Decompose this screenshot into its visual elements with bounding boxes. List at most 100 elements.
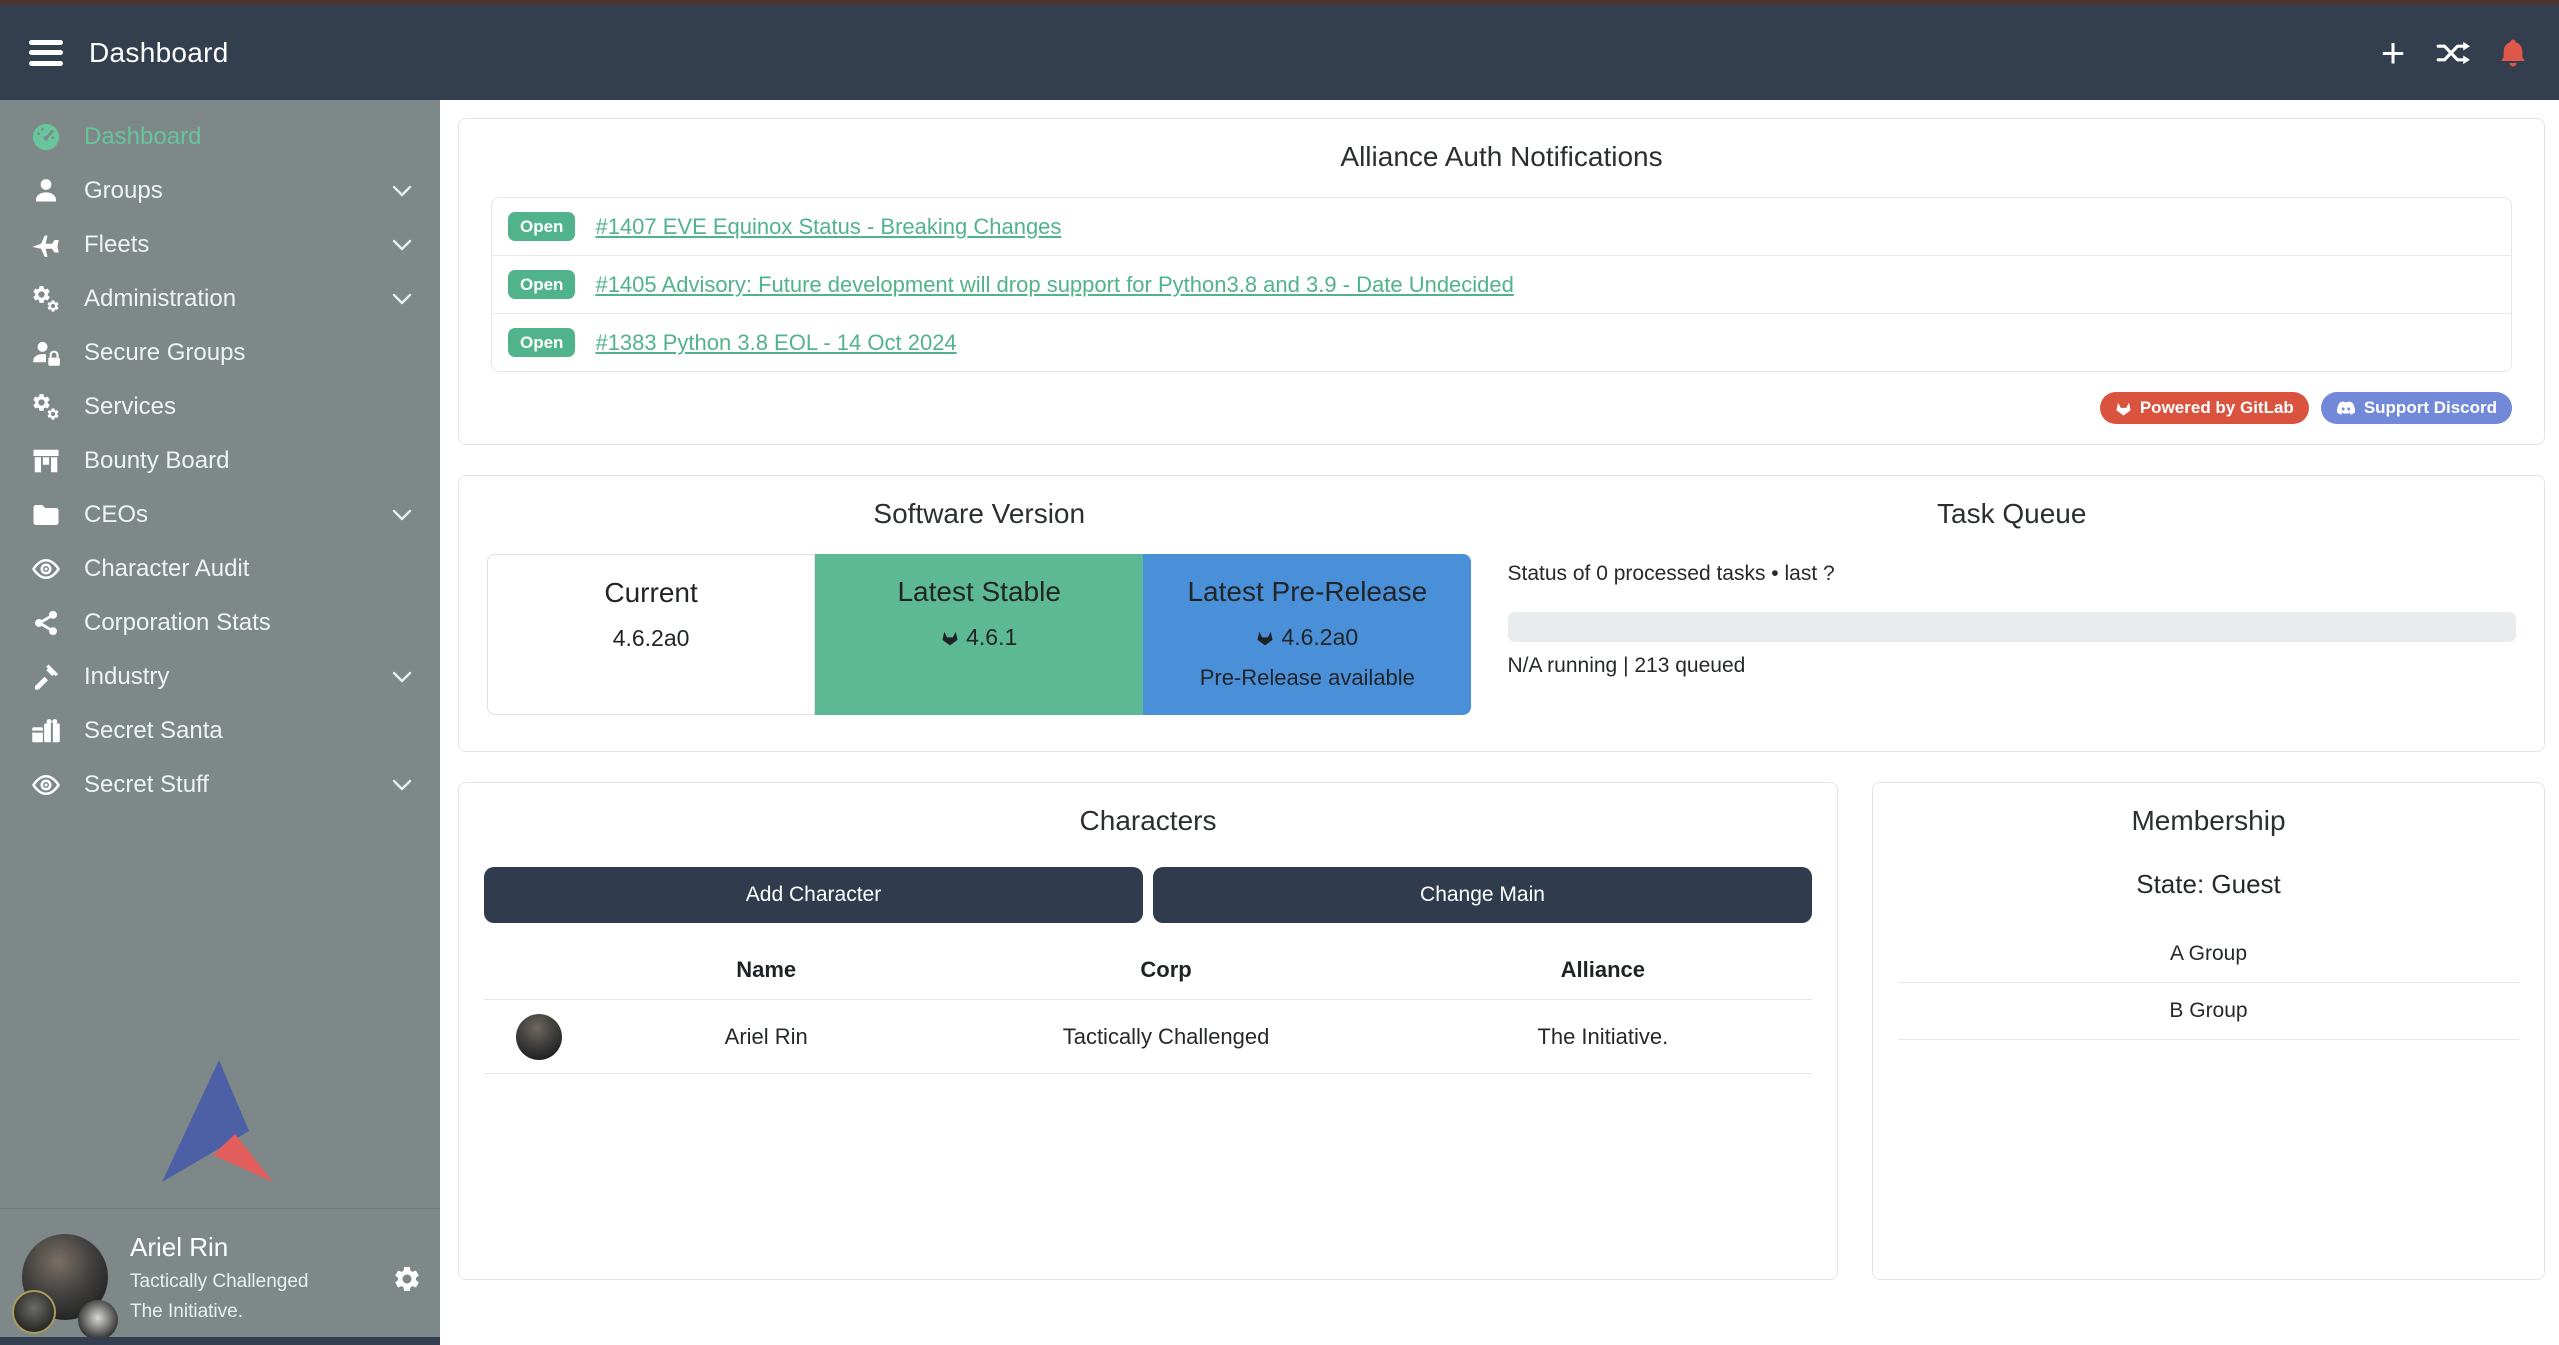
gears-icon bbox=[30, 391, 62, 423]
notification-link[interactable]: #1407 EVE Equinox Status - Breaking Chan… bbox=[595, 214, 1061, 240]
notification-row[interactable]: Open #1405 Advisory: Future development … bbox=[492, 255, 2511, 313]
task-queue-progressbar bbox=[1508, 612, 2517, 642]
version-table: Current 4.6.2a0 Latest Stable 4.6.1 Late… bbox=[487, 554, 1472, 715]
sidebar-item-label: Administration bbox=[84, 285, 236, 313]
sidebar-item-label: Secure Groups bbox=[84, 339, 245, 367]
hamburger-menu-icon[interactable] bbox=[29, 40, 63, 66]
eye-icon bbox=[30, 553, 62, 585]
chevron-down-icon bbox=[390, 233, 414, 257]
shop-icon bbox=[30, 445, 62, 477]
sidebar-item-bounty-board[interactable]: Bounty Board bbox=[0, 434, 440, 488]
sidebar-item-label: Fleets bbox=[84, 231, 149, 259]
share-icon bbox=[30, 607, 62, 639]
chevron-down-icon bbox=[390, 179, 414, 203]
column-header-corp: Corp bbox=[938, 939, 1393, 999]
chevron-down-icon bbox=[390, 773, 414, 797]
sidebar-item-ceos[interactable]: CEOs bbox=[0, 488, 440, 542]
column-header-alliance: Alliance bbox=[1394, 939, 1812, 999]
membership-panel: Membership State: Guest A Group B Group bbox=[1872, 782, 2545, 1280]
sidebar-item-secure-groups[interactable]: Secure Groups bbox=[0, 326, 440, 380]
version-cell-latest-stable: Latest Stable 4.6.1 bbox=[815, 554, 1143, 715]
software-version-task-queue-panel: Software Version Current 4.6.2a0 Latest … bbox=[458, 475, 2545, 752]
status-badge: Open bbox=[508, 328, 575, 357]
sidebar-item-dashboard[interactable]: Dashboard bbox=[0, 110, 440, 164]
alliance-logo-badge bbox=[78, 1300, 118, 1340]
sidebar-item-industry[interactable]: Industry bbox=[0, 650, 440, 704]
task-queue-summary: N/A running | 213 queued bbox=[1508, 654, 2517, 678]
sidebar-divider bbox=[0, 1208, 440, 1209]
shuffle-icon[interactable] bbox=[2436, 36, 2470, 70]
prerelease-note: Pre-Release available bbox=[1143, 665, 1471, 691]
sidebar-item-label: Groups bbox=[84, 177, 163, 205]
sidebar-bottom-strip bbox=[0, 1337, 440, 1345]
hammer-icon bbox=[30, 661, 62, 693]
sidebar: Dashboard Groups Fleets Ad bbox=[0, 100, 440, 1345]
sidebar-item-secret-stuff[interactable]: Secret Stuff bbox=[0, 758, 440, 812]
software-version-section: Software Version Current 4.6.2a0 Latest … bbox=[487, 498, 1502, 729]
character-corp: Tactically Challenged bbox=[938, 1024, 1393, 1050]
character-alliance: The Initiative. bbox=[1394, 1024, 1812, 1050]
sidebar-item-label: Dashboard bbox=[84, 123, 201, 151]
character-portrait bbox=[516, 1014, 562, 1060]
sidebar-item-administration[interactable]: Administration bbox=[0, 272, 440, 326]
membership-groups-list: A Group B Group bbox=[1898, 926, 2519, 1040]
sidebar-item-character-audit[interactable]: Character Audit bbox=[0, 542, 440, 596]
folder-icon bbox=[30, 499, 62, 531]
gitlab-icon bbox=[1256, 629, 1274, 646]
sidebar-item-label: Corporation Stats bbox=[84, 609, 271, 637]
sidebar-item-services[interactable]: Services bbox=[0, 380, 440, 434]
status-badge: Open bbox=[508, 212, 575, 241]
column-header-portrait bbox=[484, 952, 594, 986]
sidebar-item-fleets[interactable]: Fleets bbox=[0, 218, 440, 272]
sidebar-item-secret-santa[interactable]: Secret Santa bbox=[0, 704, 440, 758]
screen: Dashboard + bbox=[0, 0, 2559, 1345]
version-cell-current: Current 4.6.2a0 bbox=[487, 554, 815, 715]
membership-title: Membership bbox=[1898, 805, 2519, 837]
group-row: B Group bbox=[1898, 983, 2519, 1040]
alliance-auth-notifications-panel: Alliance Auth Notifications Open #1407 E… bbox=[458, 118, 2545, 445]
status-badge: Open bbox=[508, 270, 575, 299]
gauge-icon bbox=[30, 121, 62, 153]
sidebar-item-label: Secret Santa bbox=[84, 717, 223, 745]
change-main-button[interactable]: Change Main bbox=[1153, 867, 1812, 923]
add-character-plus-icon[interactable]: + bbox=[2376, 36, 2410, 70]
characters-title: Characters bbox=[484, 805, 1812, 837]
group-row: A Group bbox=[1898, 926, 2519, 983]
user-name: Ariel Rin bbox=[130, 1232, 309, 1263]
powered-by-gitlab-badge[interactable]: Powered by GitLab bbox=[2100, 392, 2309, 424]
notifications-bell-icon[interactable] bbox=[2496, 36, 2530, 70]
notification-link[interactable]: #1383 Python 3.8 EOL - 14 Oct 2024 bbox=[595, 330, 956, 356]
version-cell-latest-prerelease: Latest Pre-Release 4.6.2a0 Pre-Release a… bbox=[1143, 554, 1471, 715]
notification-row[interactable]: Open #1407 EVE Equinox Status - Breaking… bbox=[492, 198, 2511, 255]
gifts-icon bbox=[30, 715, 62, 747]
sidebar-item-label: Secret Stuff bbox=[84, 771, 209, 799]
corp-logo-badge bbox=[12, 1290, 56, 1334]
software-version-title: Software Version bbox=[487, 498, 1472, 530]
column-header-name: Name bbox=[594, 939, 938, 999]
user-icon bbox=[30, 175, 62, 207]
eye-icon bbox=[30, 769, 62, 801]
support-discord-badge[interactable]: Support Discord bbox=[2321, 392, 2512, 424]
sidebar-item-corporation-stats[interactable]: Corporation Stats bbox=[0, 596, 440, 650]
top-navbar: Dashboard + bbox=[0, 5, 2559, 100]
alliance-auth-logo bbox=[158, 1058, 280, 1184]
discord-icon bbox=[2336, 400, 2356, 416]
sidebar-item-label: Character Audit bbox=[84, 555, 249, 583]
task-queue-title: Task Queue bbox=[1508, 498, 2517, 530]
character-row[interactable]: Ariel Rin Tactically Challenged The Init… bbox=[484, 1000, 1812, 1074]
user-settings-gear-icon[interactable] bbox=[392, 1264, 422, 1294]
add-character-button[interactable]: Add Character bbox=[484, 867, 1143, 923]
notifications-list: Open #1407 EVE Equinox Status - Breaking… bbox=[491, 197, 2512, 372]
gitlab-icon bbox=[941, 629, 959, 646]
notification-link[interactable]: #1405 Advisory: Future development will … bbox=[595, 272, 1513, 298]
character-name: Ariel Rin bbox=[594, 1024, 938, 1050]
gears-icon bbox=[30, 283, 62, 315]
membership-state: State: Guest bbox=[1898, 869, 2519, 900]
sidebar-item-groups[interactable]: Groups bbox=[0, 164, 440, 218]
main-content: Alliance Auth Notifications Open #1407 E… bbox=[440, 100, 2559, 1345]
user-alliance: The Initiative. bbox=[130, 1301, 309, 1323]
user-panel[interactable]: Ariel Rin Tactically Challenged The Init… bbox=[0, 1220, 440, 1337]
sidebar-item-label: CEOs bbox=[84, 501, 148, 529]
notification-row[interactable]: Open #1383 Python 3.8 EOL - 14 Oct 2024 bbox=[492, 313, 2511, 371]
characters-panel: Characters Add Character Change Main Nam… bbox=[458, 782, 1838, 1280]
